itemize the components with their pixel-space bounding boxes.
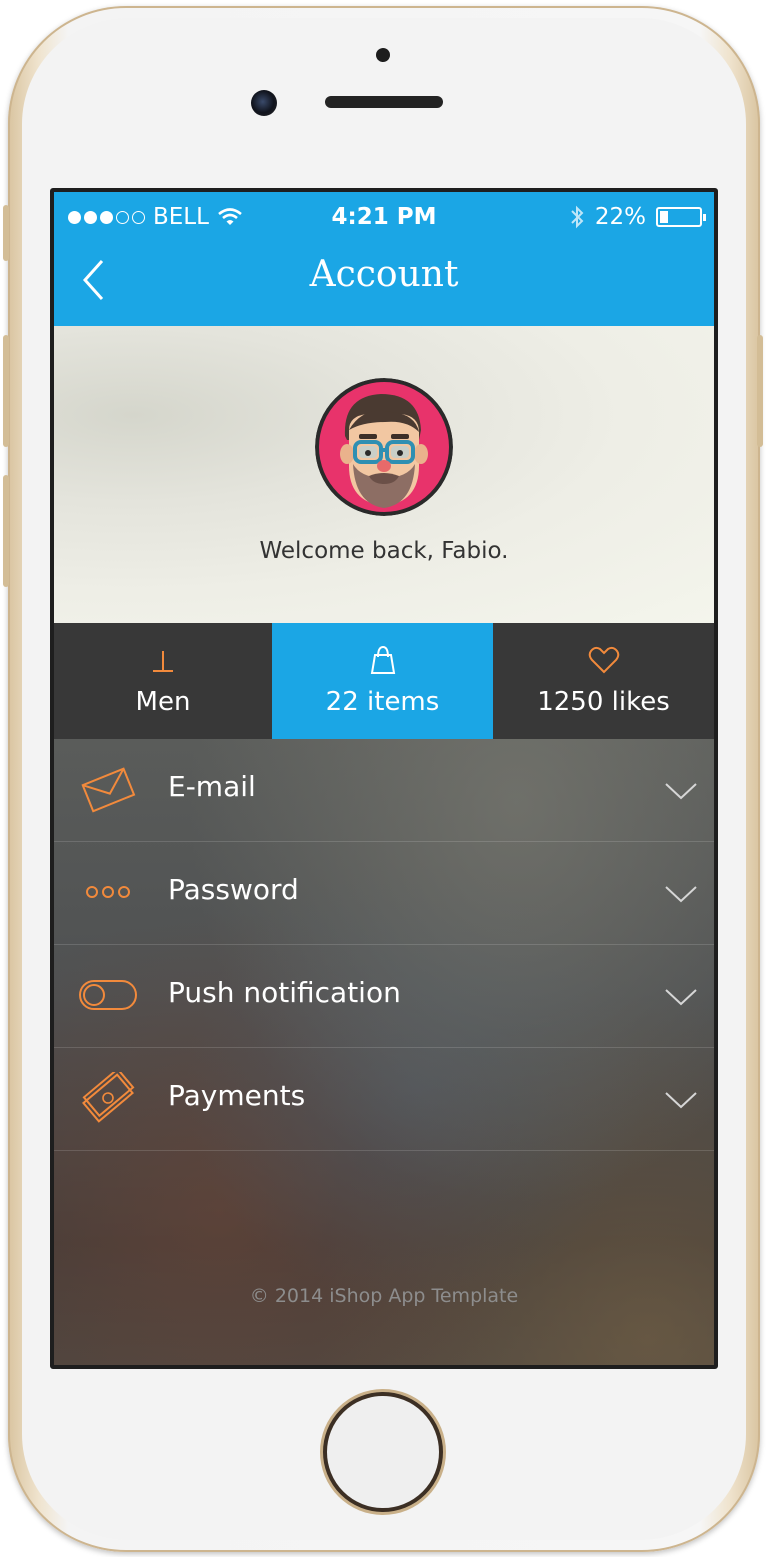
proximity-sensor (376, 48, 390, 62)
settings-row-email[interactable]: E-mail (54, 739, 714, 842)
heart-icon (588, 646, 619, 674)
profile-stats-tabs: Men 22 items 1250 likes (54, 623, 714, 739)
bluetooth-icon (571, 205, 584, 229)
front-camera (251, 90, 277, 116)
mute-switch (3, 205, 9, 261)
power-button (757, 335, 763, 447)
envelope-icon (81, 767, 136, 813)
battery-fill (660, 211, 668, 223)
battery-percentage: 22% (594, 204, 646, 230)
account-settings-list: E-mail Password Push notification Paymen… (54, 739, 714, 1365)
settings-row-label: Push notification (168, 976, 401, 1009)
tab-likes[interactable]: 1250 likes (493, 623, 714, 739)
volume-up-button (3, 335, 9, 447)
chevron-down-icon[interactable] (664, 987, 698, 1007)
welcome-message: Welcome back, Fabio. (259, 538, 509, 564)
status-bar: BELL 4:21 PM 22% (54, 192, 714, 244)
battery-tip (703, 214, 706, 221)
volume-down-button (3, 475, 9, 587)
footer-copyright: © 2014 iShop App Template (249, 1285, 519, 1307)
toggle-icon (79, 980, 137, 1010)
earpiece-speaker (325, 96, 443, 108)
shopping-bag-icon (370, 645, 395, 674)
page-title: Account (309, 254, 459, 295)
password-dots-icon (86, 886, 130, 898)
avatar-illustration (315, 378, 453, 516)
settings-row-payments[interactable]: Payments (54, 1048, 714, 1151)
chevron-down-icon[interactable] (664, 1090, 698, 1110)
top-bar: BELL 4:21 PM 22% Account (54, 192, 714, 326)
battery-icon (656, 207, 706, 227)
settings-row-label: Password (168, 873, 299, 906)
app-screen: BELL 4:21 PM 22% Account Welcome back, F… (50, 188, 718, 1369)
chevron-down-icon[interactable] (664, 781, 698, 801)
avatar[interactable] (315, 378, 453, 516)
home-button[interactable] (323, 1392, 443, 1512)
settings-row-password[interactable]: Password (54, 842, 714, 945)
men-icon (153, 651, 173, 672)
settings-row-label: E-mail (168, 770, 256, 803)
payment-card-icon (82, 1072, 135, 1123)
settings-row-label: Payments (168, 1079, 306, 1112)
tab-label: 1250 likes (537, 687, 670, 717)
chevron-down-icon[interactable] (664, 884, 698, 904)
profile-header: Welcome back, Fabio. (54, 326, 714, 623)
tab-men[interactable]: Men (54, 623, 272, 739)
settings-row-push-notification[interactable]: Push notification (54, 945, 714, 1048)
tab-items[interactable]: 22 items (272, 623, 493, 739)
tab-label: Men (135, 687, 191, 717)
tab-label: 22 items (325, 687, 440, 717)
